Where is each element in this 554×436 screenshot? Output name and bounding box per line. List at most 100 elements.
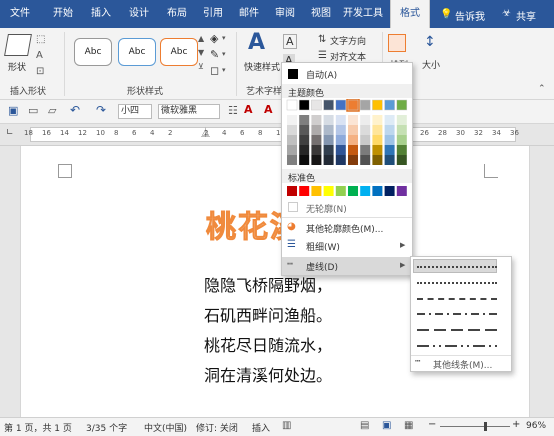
save-icon[interactable]: ▣ [8, 104, 18, 117]
theme-swatch[interactable] [311, 99, 322, 111]
standard-swatch[interactable] [323, 186, 334, 196]
menu-auto[interactable]: 自动(A) [306, 68, 337, 81]
theme-swatch[interactable] [335, 99, 347, 111]
status-language[interactable]: 中文(中国) [144, 421, 187, 434]
theme-shade-swatch[interactable] [299, 125, 310, 135]
share-button[interactable]: 共享 [516, 8, 536, 23]
theme-shade-swatch[interactable] [360, 115, 371, 125]
text-fill-icon[interactable]: A [283, 34, 297, 49]
undo-icon[interactable]: ↶ [70, 103, 80, 117]
theme-swatch[interactable] [396, 99, 408, 111]
theme-shade-swatch[interactable] [335, 155, 346, 165]
shapes-label[interactable]: 形状 [8, 60, 26, 73]
dash-option-dash[interactable] [417, 298, 497, 300]
effects-icon[interactable]: ◻ [210, 64, 219, 77]
tab-review[interactable]: 审阅 [266, 0, 304, 28]
web-layout-icon[interactable]: ▦ [404, 420, 413, 431]
theme-shade-swatch[interactable] [384, 125, 395, 135]
font-color-icon[interactable]: A [244, 103, 253, 116]
theme-swatch[interactable] [323, 99, 334, 111]
standard-swatch[interactable] [384, 186, 395, 196]
standard-swatch[interactable] [311, 186, 322, 196]
theme-shade-swatch[interactable] [299, 155, 310, 165]
theme-shade-swatch[interactable] [299, 145, 310, 155]
new-document-icon[interactable]: ▭ [28, 104, 38, 117]
tab-developer[interactable]: 开发工具 [338, 0, 388, 28]
poem-line-4[interactable]: 洞在清溪何处边。 [204, 362, 332, 386]
theme-shade-swatch[interactable] [323, 155, 334, 165]
tab-format[interactable]: 格式 [390, 0, 430, 30]
theme-swatch[interactable] [298, 99, 310, 111]
theme-shade-swatch[interactable] [348, 155, 358, 165]
tab-file[interactable]: 文件 [0, 0, 40, 28]
zoom-level[interactable]: 96% [526, 421, 546, 431]
status-page[interactable]: 第 1 页，共 1 页 [4, 421, 72, 434]
theme-shade-swatch[interactable] [372, 115, 383, 125]
theme-shade-swatch[interactable] [384, 145, 395, 155]
tab-home[interactable]: 开始 [44, 0, 82, 28]
standard-swatch[interactable] [360, 186, 371, 196]
theme-shade-swatch[interactable] [372, 135, 383, 145]
theme-shade-swatch[interactable] [396, 115, 407, 125]
menu-weight[interactable]: 粗细(W) [306, 240, 340, 253]
theme-shade-swatch[interactable] [335, 125, 346, 135]
shapes-icon[interactable] [4, 34, 32, 56]
theme-swatch[interactable] [359, 99, 371, 111]
style-scroll-down-icon[interactable]: ▼ [198, 48, 204, 57]
theme-shade-swatch[interactable] [384, 155, 395, 165]
edit-shape-icon[interactable]: ⬚ [36, 34, 45, 45]
outline-icon[interactable]: ✎ [210, 48, 219, 61]
theme-shade-swatch[interactable] [372, 125, 383, 135]
standard-swatch[interactable] [335, 186, 346, 196]
fill-icon[interactable]: ◈ [210, 32, 218, 45]
theme-shade-swatch[interactable] [287, 155, 297, 165]
outline-dropdown-icon[interactable]: ▾ [222, 50, 226, 58]
tab-stop-icon[interactable]: ∟ [6, 128, 14, 138]
theme-swatch[interactable] [384, 99, 395, 111]
zoom-out-icon[interactable]: − [428, 419, 436, 430]
theme-shade-swatch[interactable] [311, 115, 322, 125]
font-name-select[interactable]: 微软雅黑 [158, 104, 220, 119]
fill-dropdown-icon[interactable]: ▾ [222, 34, 226, 42]
style-more-icon[interactable]: ⊻ [198, 62, 204, 71]
size-icon[interactable]: ↕ [424, 34, 436, 50]
read-mode-icon[interactable]: ▤ [360, 420, 369, 431]
theme-shade-swatch[interactable] [348, 125, 358, 135]
theme-shade-swatch[interactable] [287, 115, 297, 125]
theme-shade-swatch[interactable] [323, 115, 334, 125]
dash-option-square-dot[interactable] [417, 282, 497, 284]
wordart-a-icon[interactable]: A [248, 30, 265, 55]
theme-shade-swatch[interactable] [323, 135, 334, 145]
style-scroll-up-icon[interactable]: ▲ [198, 34, 204, 43]
shape-style-1[interactable]: Abc [74, 38, 112, 66]
theme-shade-swatch[interactable] [372, 155, 383, 165]
theme-shade-swatch[interactable] [348, 145, 358, 155]
theme-shade-swatch[interactable] [311, 125, 322, 135]
theme-shade-swatch[interactable] [360, 135, 371, 145]
standard-color-row[interactable] [282, 185, 412, 199]
theme-shade-swatch[interactable] [360, 155, 371, 165]
theme-shade-swatch[interactable] [335, 135, 346, 145]
text-direction-icon[interactable]: ⇅ [318, 34, 326, 45]
standard-swatch[interactable] [299, 186, 310, 196]
poem-line-3[interactable]: 桃花尽日随流水， [204, 332, 332, 356]
theme-swatch[interactable] [347, 99, 359, 111]
theme-shade-swatch[interactable] [299, 135, 310, 145]
theme-shade-swatch[interactable] [396, 135, 407, 145]
indent-marker-icon[interactable]: ⏅ [201, 126, 210, 139]
shape-style-2[interactable]: Abc [118, 38, 156, 66]
macro-icon[interactable]: ▥ [282, 420, 291, 431]
tab-design[interactable]: 设计 [120, 0, 158, 28]
font-size-select[interactable]: 小四 [118, 104, 152, 119]
menu-no-outline[interactable]: 无轮廓(N) [306, 202, 347, 215]
textbox-icon[interactable]: A [36, 50, 43, 61]
print-layout-icon[interactable]: ▣ [382, 420, 391, 431]
standard-swatch[interactable] [372, 186, 383, 196]
theme-shade-swatch[interactable] [323, 145, 334, 155]
theme-shade-swatch[interactable] [311, 135, 322, 145]
poem-line-2[interactable]: 石矶西畔问渔船。 [204, 302, 332, 326]
status-insert-mode[interactable]: 插入 [252, 421, 270, 434]
theme-shade-swatch[interactable] [287, 125, 297, 135]
standard-swatch[interactable] [287, 186, 297, 196]
tab-references[interactable]: 引用 [194, 0, 232, 28]
